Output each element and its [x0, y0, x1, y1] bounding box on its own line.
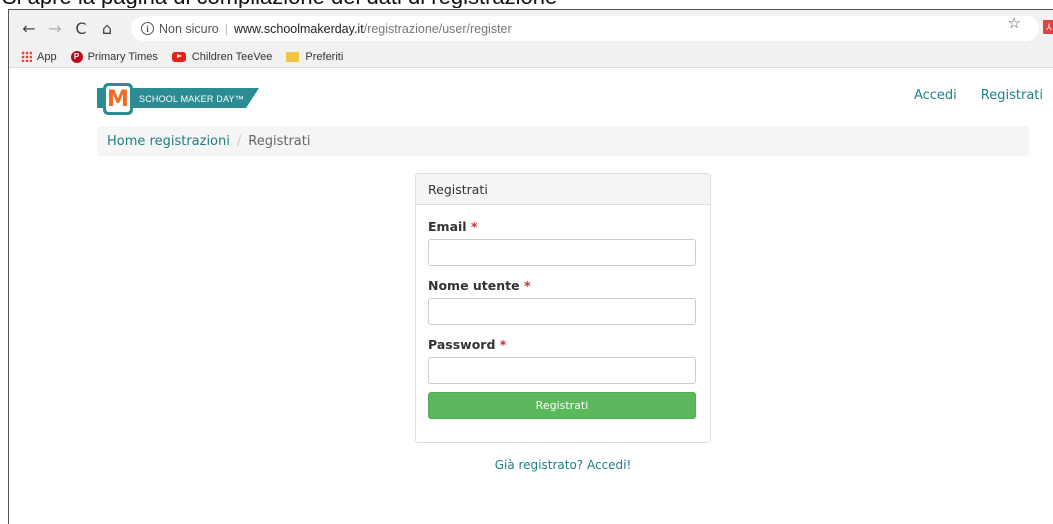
back-icon[interactable]: ←	[17, 16, 41, 40]
address-separator: |	[224, 21, 228, 36]
folder-icon	[286, 51, 300, 62]
already-registered-link[interactable]: Già registrato? Accedi!	[415, 458, 711, 472]
apps-grid-icon	[21, 51, 32, 62]
url-path: /registrazione/user/register	[363, 21, 512, 36]
bookmark-children-teevee[interactable]: Children TeeVee	[171, 50, 273, 63]
pinterest-icon: P	[70, 50, 83, 63]
email-label: Email *	[428, 219, 478, 234]
pdf-extension-icon[interactable]: ⅄	[1043, 20, 1053, 34]
breadcrumb-home[interactable]: Home registrazioni	[107, 134, 230, 149]
required-mark: *	[523, 278, 531, 293]
bookmark-primary-times[interactable]: P Primary Times	[70, 50, 158, 63]
logo-text: SCHOOL MAKER DAY™	[139, 94, 244, 104]
reload-icon[interactable]: C	[69, 16, 93, 40]
bookmark-label: Preferiti	[305, 50, 344, 63]
register-link[interactable]: Registrati	[981, 88, 1043, 103]
security-label[interactable]: Non sicuro	[159, 22, 219, 36]
logo-letter: M	[106, 86, 130, 112]
breadcrumb-separator: /	[236, 133, 242, 149]
logo-badge: M	[103, 83, 133, 115]
bookmark-label: Primary Times	[87, 50, 158, 63]
bookmarks-bar: App P Primary Times Children TeeVee Pref…	[9, 46, 1053, 68]
username-label: Nome utente *	[428, 278, 531, 293]
required-mark: *	[499, 337, 507, 352]
top-nav: Accedi Registrati	[890, 88, 1043, 103]
register-panel: Registrati Email * Nome utente * Passwor…	[415, 173, 711, 443]
address-bar[interactable]: i Non sicuro | www.schoolmakerday.it/reg…	[131, 16, 1039, 41]
required-mark: *	[470, 219, 478, 234]
panel-title: Registrati	[416, 174, 710, 205]
bookmark-star-icon[interactable]: ☆	[1008, 14, 1021, 32]
browser-window: ← → C ⌂ i Non sicuro | www.schoolmakerda…	[8, 9, 1053, 524]
register-submit-button[interactable]: Registrati	[428, 392, 696, 419]
forward-icon[interactable]: →	[43, 16, 67, 40]
password-field[interactable]	[428, 357, 696, 384]
register-form: Email * Nome utente * Password * Registr…	[416, 205, 710, 419]
page-content: M SCHOOL MAKER DAY™ Accedi Registrati Ho…	[9, 68, 1053, 524]
email-field[interactable]	[428, 239, 696, 266]
caption-text: Si apre la pagina di compilazione dei da…	[0, 0, 1053, 8]
bookmark-label: App	[37, 50, 57, 63]
bookmark-preferiti[interactable]: Preferiti	[286, 51, 343, 63]
home-icon[interactable]: ⌂	[95, 16, 119, 40]
bookmark-label: Children TeeVee	[191, 50, 273, 63]
info-icon[interactable]: i	[141, 22, 154, 35]
browser-toolbar: ← → C ⌂ i Non sicuro | www.schoolmakerda…	[9, 10, 1053, 46]
breadcrumb: Home registrazioni / Registrati	[97, 126, 1029, 156]
breadcrumb-current: Registrati	[248, 133, 311, 149]
login-link[interactable]: Accedi	[914, 88, 957, 103]
site-logo[interactable]: M SCHOOL MAKER DAY™	[97, 82, 259, 116]
bookmark-apps[interactable]: App	[21, 51, 57, 63]
username-field[interactable]	[428, 298, 696, 325]
youtube-icon	[171, 51, 186, 62]
password-label: Password *	[428, 337, 507, 352]
url-host: www.schoolmakerday.it	[234, 21, 364, 36]
